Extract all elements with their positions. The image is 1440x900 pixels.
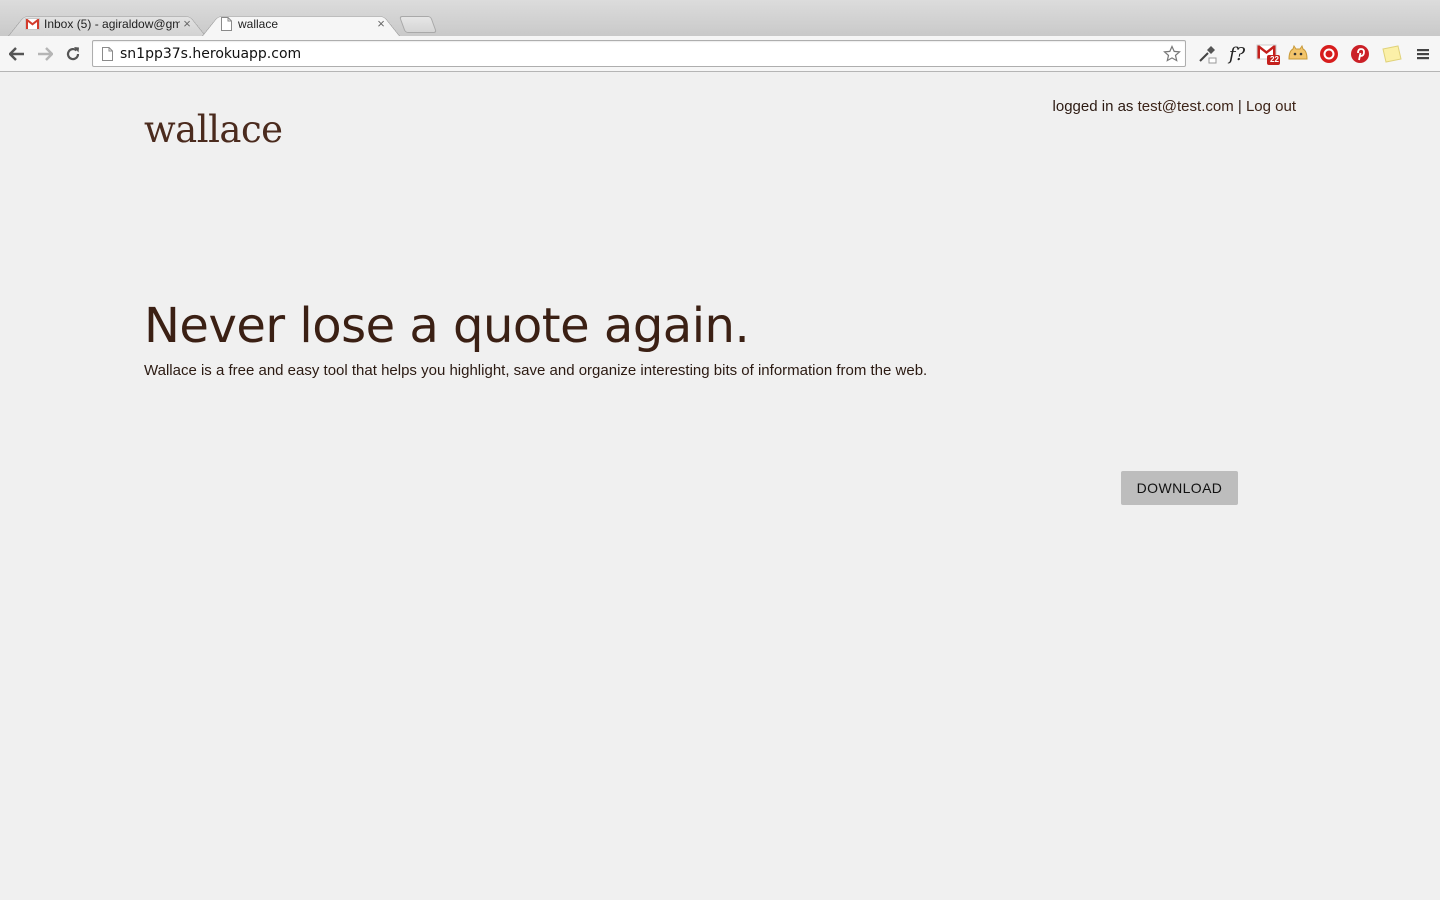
separator: | [1237, 98, 1242, 115]
page-content: wallace logged in as test@test.com | Log… [0, 72, 1440, 900]
address-bar[interactable]: sn1pp37s.herokuapp.com [92, 40, 1186, 67]
page-icon [100, 46, 114, 62]
tab-close-icon[interactable]: × [180, 16, 194, 31]
hero-headline: Never lose a quote again. [144, 298, 750, 354]
tab-title: Inbox (5) - agiraldow@gm [44, 16, 180, 31]
account-info: logged in as test@test.com | Log out [1053, 98, 1296, 115]
sticky-note-icon[interactable] [1380, 42, 1404, 66]
browser-toolbar: sn1pp37s.herokuapp.com f? 22 [0, 36, 1440, 72]
back-button[interactable] [5, 42, 29, 66]
tab-strip: Inbox (5) - agiraldow@gm × wallace × [0, 0, 1440, 36]
stop-icon[interactable] [1317, 42, 1341, 66]
page-icon [218, 16, 234, 32]
back-arrow-icon [9, 47, 24, 61]
logout-link[interactable]: Log out [1246, 98, 1296, 115]
account-email-link[interactable]: test@test.com [1138, 98, 1234, 115]
download-button[interactable]: DOWNLOAD [1121, 471, 1238, 505]
new-tab-button[interactable] [402, 16, 434, 33]
cat-icon[interactable] [1286, 42, 1310, 66]
tab-title: wallace [238, 16, 279, 31]
hero-tagline: Wallace is a free and easy tool that hel… [144, 362, 928, 379]
reload-icon [66, 47, 80, 61]
gmail-checker-icon[interactable]: 22 [1256, 42, 1280, 66]
url-text[interactable]: sn1pp37s.herokuapp.com [120, 46, 1159, 62]
reload-button[interactable] [61, 42, 85, 66]
bookmark-star-icon[interactable] [1159, 41, 1185, 67]
pinterest-icon[interactable] [1348, 42, 1372, 66]
gmail-icon [24, 16, 40, 32]
tab-wallace[interactable]: wallace × [202, 11, 400, 36]
site-logo[interactable]: wallace [144, 108, 283, 151]
tab-close-icon[interactable]: × [374, 16, 388, 31]
logged-in-label: logged in as [1052, 98, 1134, 115]
tab-inbox[interactable]: Inbox (5) - agiraldow@gm × [8, 11, 206, 36]
menu-icon[interactable] [1411, 42, 1435, 66]
forward-arrow-icon [38, 47, 53, 61]
gmail-badge: 22 [1270, 55, 1279, 64]
eyedropper-icon[interactable] [1195, 42, 1219, 66]
font-question-icon[interactable]: f? [1225, 42, 1249, 66]
forward-button[interactable] [33, 42, 57, 66]
